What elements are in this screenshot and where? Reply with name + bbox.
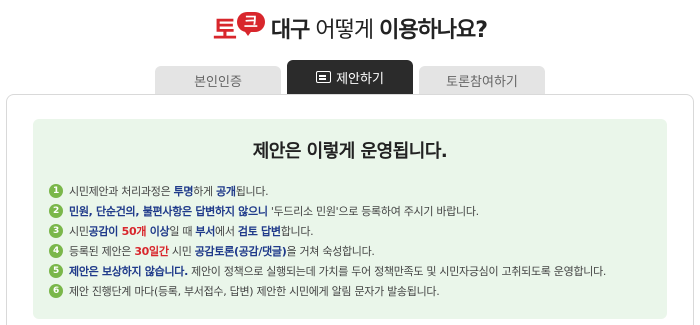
title-how: 어떻게	[309, 18, 380, 43]
title-use: 이용하나요?	[379, 18, 488, 43]
tab-label: 토론참여하기	[446, 74, 518, 90]
item-number-badge: 4	[49, 244, 63, 258]
tab-label: 본인인증	[194, 74, 242, 90]
speech-bubble-icon: 크	[236, 12, 267, 36]
item-text: 시민제안과 처리과정은 투명하게 공개됩니다.	[69, 185, 269, 198]
notice-item: 3 시민공감이 50개 이상일 때 부서에서 검토 답변합니다.	[49, 222, 314, 240]
tab-identity-verification[interactable]: 본인인증	[155, 66, 281, 94]
item-number-badge: 1	[49, 184, 63, 198]
page-title: 대구 어떻게 이용하나요?	[270, 12, 488, 44]
tab-propose[interactable]: 제안하기	[287, 60, 413, 94]
notice-title: 제안은 이렇게 운영됩니다.	[252, 141, 448, 162]
tab-join-discussion[interactable]: 토론참여하기	[419, 66, 545, 94]
item-number-badge: 2	[49, 204, 63, 218]
page-header: 토 크 대구 어떻게 이용하나요?	[0, 8, 700, 48]
tab-label: 제안하기	[336, 71, 384, 87]
notice-item: 5 제안은 보상하지 않습니다. 제안이 정책으로 실행되는데 가치를 두어 정책…	[49, 262, 606, 280]
notice-item: 1 시민제안과 처리과정은 투명하게 공개됩니다.	[49, 182, 269, 200]
logo-to-text: 토	[212, 15, 237, 46]
notice-item: 6 제안 진행단계 마다(등록, 부서접수, 답변) 제안한 시민에게 알림 문자…	[49, 282, 440, 300]
item-number-badge: 3	[49, 224, 63, 238]
item-number-badge: 5	[49, 264, 63, 278]
content-panel: 제안은 이렇게 운영됩니다. 1 시민제안과 처리과정은 투명하게 공개됩니다. 2…	[6, 94, 694, 325]
notice-item: 2 민원, 단순건의, 불편사항은 답변하지 않으니 '두드리소 민원'으로 등록…	[49, 202, 479, 220]
item-text: 제안은 보상하지 않습니다. 제안이 정책으로 실행되는데 가치를 두어 정책만…	[69, 265, 607, 278]
title-daegu: 대구	[270, 18, 310, 43]
notice-item: 4 등록된 제안은 30일간 시민 공감토론(공감/댓글)을 거쳐 숙성합니다.	[49, 242, 375, 260]
tab-bar: 본인인증 제안하기 토론참여하기	[0, 58, 700, 94]
notice-box: 제안은 이렇게 운영됩니다. 1 시민제안과 처리과정은 투명하게 공개됩니다. 2…	[33, 119, 667, 319]
item-number-badge: 6	[49, 284, 63, 298]
item-text: 시민공감이 50개 이상일 때 부서에서 검토 답변합니다.	[69, 225, 314, 238]
toktok-daegu-logo: 토 크	[213, 10, 267, 47]
item-text: 등록된 제안은 30일간 시민 공감토론(공감/댓글)을 거쳐 숙성합니다.	[69, 245, 375, 258]
chat-icon	[316, 71, 332, 83]
item-text: 민원, 단순건의, 불편사항은 답변하지 않으니 '두드리소 민원'으로 등록하…	[69, 205, 479, 218]
item-text: 제안 진행단계 마다(등록, 부서접수, 답변) 제안한 시민에게 알림 문자가…	[69, 285, 440, 298]
